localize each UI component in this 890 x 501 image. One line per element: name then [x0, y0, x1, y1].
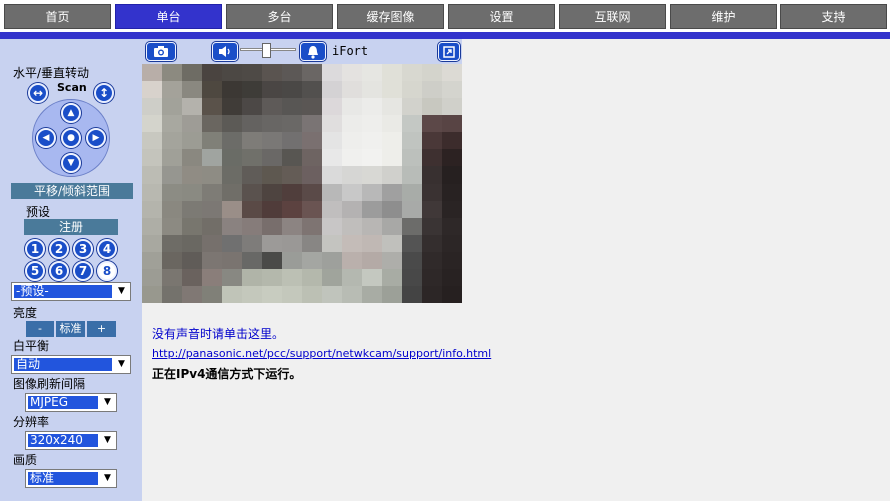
preset-button-3[interactable]: 3 — [73, 239, 93, 259]
chevron-down-icon: ▼ — [114, 357, 129, 372]
bell-icon — [308, 46, 318, 59]
tab-settings[interactable]: 设置 — [448, 4, 555, 29]
resolution-select-value: 320x240 — [28, 434, 98, 447]
snapshot-button[interactable] — [146, 42, 176, 61]
refresh-interval-label: 图像刷新间隔 — [13, 377, 86, 391]
chevron-down-icon: ▼ — [100, 471, 115, 486]
preset-button-5[interactable]: 5 — [25, 261, 45, 281]
chevron-down-icon: ▼ — [114, 284, 129, 299]
white-balance-select[interactable]: 自动 ▼ — [11, 355, 131, 374]
fullscreen-button[interactable] — [438, 42, 460, 61]
refresh-interval-select-value: MJPEG — [28, 396, 98, 409]
preset-button-7[interactable]: 7 — [73, 261, 93, 281]
camera-live-image[interactable] — [142, 64, 462, 303]
tab-maintenance[interactable]: 维护 — [670, 4, 777, 29]
arrow-down-icon: ▼ — [67, 158, 75, 168]
white-balance-select-value: 自动 — [14, 358, 112, 371]
speaker-button[interactable] — [212, 42, 238, 61]
arrow-left-icon: ◀ — [42, 133, 50, 143]
tab-internet[interactable]: 互联网 — [559, 4, 666, 29]
home-position-button[interactable]: ● — [61, 128, 81, 148]
direction-pad: ▲ ◀ ● ▶ ▼ — [32, 99, 110, 177]
preset-register-button[interactable]: 注册 — [24, 219, 118, 235]
preset-button-6[interactable]: 6 — [49, 261, 69, 281]
alarm-button[interactable] — [300, 42, 326, 61]
pan-tilt-label: 水平/垂直转动 — [13, 66, 90, 80]
arrow-left-right-icon: ↔ — [32, 86, 44, 100]
chevron-down-icon: ▼ — [100, 395, 115, 410]
preset-label: 预设 — [26, 205, 51, 219]
control-panel: 水平/垂直转动 ↔ Scan ↕ ▲ ◀ ● ▶ ▼ 平移/倾斜范围 预设 注册… — [0, 39, 142, 501]
chevron-down-icon: ▼ — [100, 433, 115, 448]
camera-toolbar: iFort — [142, 39, 462, 64]
pan-tilt-range-button[interactable]: 平移/倾斜范围 — [11, 183, 133, 199]
white-balance-label: 白平衡 — [13, 339, 50, 353]
volume-slider[interactable] — [240, 43, 296, 60]
scan-label: Scan — [57, 81, 87, 94]
nav-underline — [0, 32, 890, 39]
resolution-label: 分辨率 — [13, 415, 50, 429]
brightness-plus-button[interactable]: + — [87, 321, 116, 337]
vertical-scan-button[interactable]: ↕ — [94, 83, 114, 103]
top-nav: 首页 单台 多台 缓存图像 设置 互联网 维护 支持 — [0, 0, 890, 32]
arrow-right-icon: ▶ — [92, 133, 100, 143]
quality-select-value: 标准 — [28, 472, 98, 485]
pan-left-button[interactable]: ◀ — [36, 128, 56, 148]
preset-button-2[interactable]: 2 — [49, 239, 69, 259]
brightness-standard-button[interactable]: 标准 — [56, 321, 85, 337]
tab-multi[interactable]: 多台 — [226, 4, 333, 29]
no-audio-link[interactable]: 没有声音时请单击这里。 — [152, 325, 284, 342]
pan-up-button[interactable]: ▲ — [61, 103, 81, 123]
preset-select-value: -预设- — [14, 285, 112, 298]
preset-select[interactable]: -预设- ▼ — [11, 282, 131, 301]
tab-home[interactable]: 首页 — [4, 4, 111, 29]
preset-button-1[interactable]: 1 — [25, 239, 45, 259]
pan-right-button[interactable]: ▶ — [86, 128, 106, 148]
tab-single[interactable]: 单台 — [115, 4, 222, 29]
refresh-interval-select[interactable]: MJPEG ▼ — [25, 393, 117, 412]
speaker-icon — [219, 46, 230, 57]
camera-name: iFort — [332, 44, 369, 58]
center-dot-icon: ● — [67, 133, 75, 143]
arrow-up-down-icon: ↕ — [98, 86, 110, 100]
preset-button-4[interactable]: 4 — [97, 239, 117, 259]
camera-icon — [154, 46, 168, 57]
resolution-select[interactable]: 320x240 ▼ — [25, 431, 117, 450]
brightness-minus-button[interactable]: - — [26, 321, 54, 337]
support-info-link[interactable]: http://panasonic.net/pcc/support/netwkca… — [152, 347, 491, 360]
arrow-up-icon: ▲ — [67, 108, 75, 118]
tab-buffer-image[interactable]: 缓存图像 — [337, 4, 444, 29]
connection-status: 正在IPv4通信方式下运行。 — [152, 367, 302, 381]
horizontal-scan-button[interactable]: ↔ — [28, 83, 48, 103]
tab-support[interactable]: 支持 — [780, 4, 887, 29]
preset-button-8[interactable]: 8 — [97, 261, 117, 281]
quality-label: 画质 — [13, 453, 38, 467]
pan-down-button[interactable]: ▼ — [61, 153, 81, 173]
brightness-label: 亮度 — [13, 306, 38, 320]
fullscreen-icon — [443, 46, 455, 58]
quality-select[interactable]: 标准 ▼ — [25, 469, 117, 488]
